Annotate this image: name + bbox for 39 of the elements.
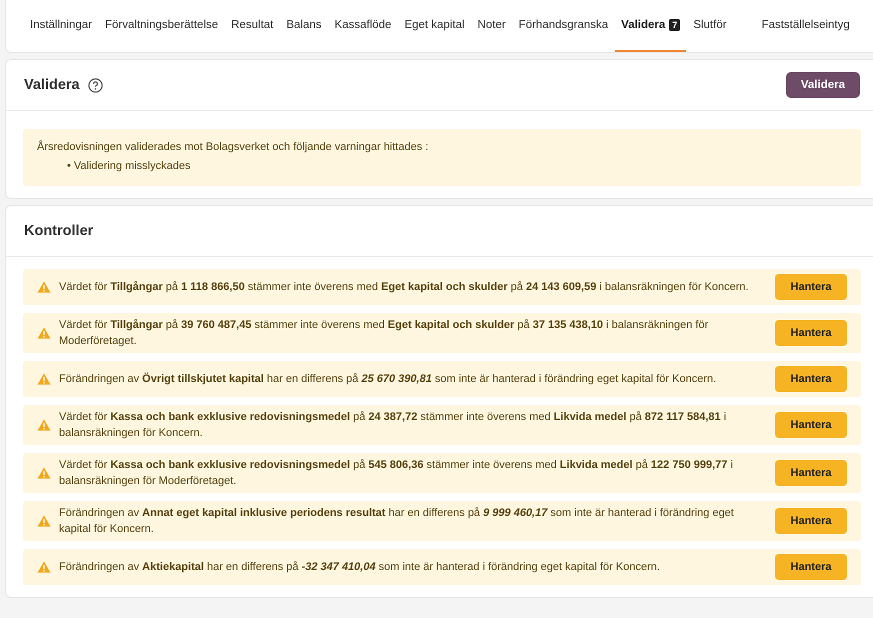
- warning-icon: [37, 327, 51, 339]
- panel-title: Validera: [24, 77, 80, 93]
- warning-icon: [37, 467, 51, 479]
- validate-button[interactable]: Validera: [786, 72, 860, 98]
- tab[interactable]: Slutför: [687, 0, 733, 52]
- tab[interactable]: Inställningar: [24, 0, 98, 52]
- count-badge: 7: [669, 19, 680, 31]
- help-icon[interactable]: [88, 78, 103, 92]
- tab[interactable]: Validera 7: [615, 0, 686, 52]
- warning-message: Värdet för Tillgångar på 39 760 487,45 stämmer inte överens med Eget kapital och skulder på 37 135 438,10 i balansräkningen för Moderföretaget.: [59, 318, 710, 349]
- warning-icon: [37, 281, 51, 293]
- tab[interactable]: Kassaflöde: [328, 0, 398, 52]
- tab[interactable]: Balans: [280, 0, 328, 52]
- warning-message: Värdet för Tillgångar på 1 118 866,50 stämmer inte överens med Eget kapital och skulder på 24 143 609,59 i balansräkningen för Koncern.: [59, 280, 750, 295]
- handle-button[interactable]: Hantera: [775, 412, 847, 438]
- handle-button[interactable]: Hantera: [775, 554, 847, 580]
- warning-message: Värdet för Kassa och bank exklusive redovisningsmedel på 545 806,36 stämmer inte överens med Likvida medel på 122 750 999,77 i balansräkningen för Moderföretaget.: [59, 458, 734, 489]
- handle-button[interactable]: Hantera: [775, 366, 847, 392]
- handle-button[interactable]: Hantera: [775, 320, 847, 346]
- tab[interactable]: Noter: [472, 0, 512, 52]
- warning-icon: [37, 419, 51, 431]
- warning-message: Förändringen av Annat eget kapital inklusive periodens resultat har en differens på 9 999 460,17 som inte är hanterad i förändring eget kapital för Koncern.: [59, 506, 735, 537]
- tab[interactable]: Resultat: [225, 0, 280, 52]
- warning-icon: [37, 373, 51, 385]
- tab[interactable]: Fastställelseintyg: [756, 0, 856, 52]
- tab[interactable]: Förvaltningsberättelse: [99, 0, 224, 52]
- handle-button[interactable]: Hantera: [775, 460, 847, 486]
- panel-title: Kontroller: [24, 223, 94, 239]
- warning-message: Värdet för Kassa och bank exklusive redovisningsmedel på 24 387,72 stämmer inte överens med Likvida medel på 872 117 584,81 i balansräkningen för Koncern.: [59, 410, 728, 441]
- warning-message: Förändringen av Aktiekapital har en differens på -32 347 410,04 som inte är hanterad i förändring eget kapital för Koncern.: [59, 560, 661, 575]
- notice-message: Årsredovisningen validerades mot Bolagsverket och följande varningar hittades :: [37, 139, 430, 155]
- handle-button[interactable]: Hantera: [775, 274, 847, 300]
- notice-item: • Validering misslyckades: [67, 159, 192, 174]
- tab[interactable]: Eget kapital: [398, 0, 471, 52]
- handle-button[interactable]: Hantera: [775, 508, 847, 534]
- tab[interactable]: Förhandsgranska: [512, 0, 614, 52]
- warning-icon: [37, 515, 51, 527]
- warning-icon: [37, 561, 51, 573]
- warning-message: Förändringen av Övrigt tillskjutet kapital har en differens på 25 670 390,81 som inte är hanterad i förändring eget kapital för Koncern.: [59, 372, 718, 387]
